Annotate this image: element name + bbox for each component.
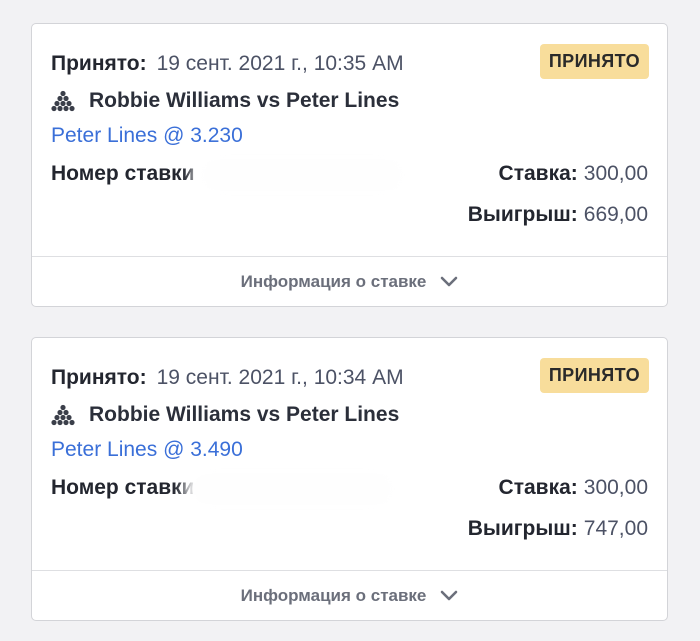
- accepted-date: 19 сент. 2021 г., 10:35 AM: [156, 52, 404, 75]
- win-row: Выигрыш: 669,00: [468, 202, 648, 228]
- stake-value: 300,00: [583, 162, 648, 185]
- bet-number-mask: [200, 160, 405, 190]
- chevron-down-icon: [441, 276, 458, 286]
- pick-link[interactable]: Peter Lines @ 3.230: [51, 123, 243, 149]
- win-label: Выигрыш:: [467, 203, 578, 226]
- bet-details-toggle[interactable]: Информация о ставке: [32, 570, 667, 620]
- stake-row: Ставка: 300,00: [499, 161, 648, 187]
- event-row: Robbie Williams vs Peter Lines: [51, 402, 399, 428]
- event-title: Robbie Williams vs Peter Lines: [89, 89, 400, 112]
- accepted-row: Принято: 19 сент. 2021 г., 10:34 AM: [51, 365, 404, 391]
- bet-card: Принято: 19 сент. 2021 г., 10:34 AM ПРИНЯ…: [31, 337, 668, 621]
- stake-value: 300,00: [583, 476, 648, 499]
- accepted-label: Принято:: [51, 366, 147, 389]
- win-value: 669,00: [583, 203, 648, 226]
- event-row: Robbie Williams vs Peter Lines: [51, 88, 399, 114]
- win-label: Выигрыш:: [467, 517, 578, 540]
- stake-row: Ставка: 300,00: [499, 475, 648, 501]
- status-badge: ПРИНЯТО: [539, 358, 649, 393]
- pick-link[interactable]: Peter Lines @ 3.490: [51, 437, 243, 463]
- bet-history-page: Принято: 19 сент. 2021 г., 10:35 AM ПРИНЯ…: [0, 0, 700, 641]
- win-value: 747,00: [583, 517, 648, 540]
- bet-details-label: Информация о ставке: [240, 585, 427, 605]
- event-title: Robbie Williams vs Peter Lines: [89, 403, 400, 426]
- accepted-row: Принято: 19 сент. 2021 г., 10:35 AM: [51, 51, 404, 77]
- status-badge: ПРИНЯТО: [539, 44, 649, 79]
- bet-number-label: Номер ставки: [51, 162, 195, 185]
- bet-number-label: Номер ставки: [51, 476, 195, 499]
- bet-number-mask: [192, 474, 397, 504]
- accepted-date: 19 сент. 2021 г., 10:34 AM: [156, 366, 404, 389]
- accepted-label: Принято:: [51, 52, 147, 75]
- bet-card: Принято: 19 сент. 2021 г., 10:35 AM ПРИНЯ…: [31, 23, 668, 307]
- bet-details-label: Информация о ставке: [240, 271, 427, 291]
- snooker-balls-icon: [51, 90, 75, 112]
- chevron-down-icon: [441, 590, 458, 600]
- bet-details-toggle[interactable]: Информация о ставке: [32, 256, 667, 306]
- stake-label: Ставка:: [498, 476, 578, 499]
- win-row: Выигрыш: 747,00: [468, 516, 648, 542]
- stake-label: Ставка:: [498, 162, 578, 185]
- snooker-balls-icon: [51, 404, 75, 426]
